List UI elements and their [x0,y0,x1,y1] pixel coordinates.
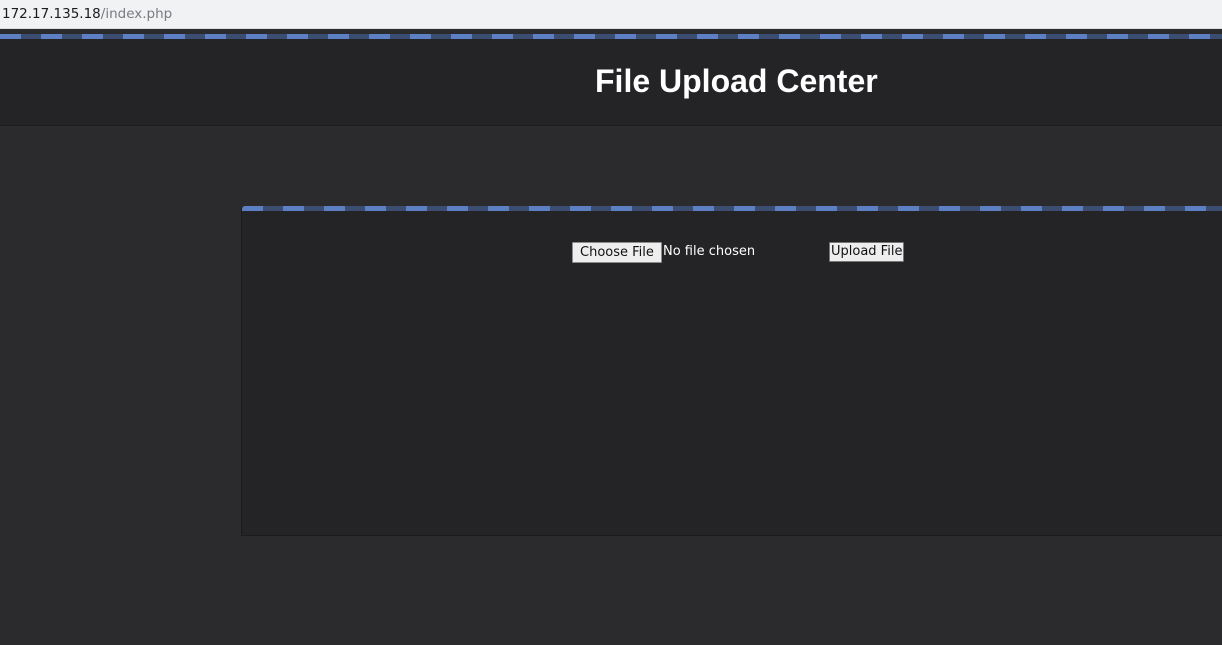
upload-panel: Choose File No file chosen Upload File [241,206,1222,536]
url-path: /index.php [100,6,173,22]
page-title: File Upload Center [595,63,878,99]
panel-stripe [242,206,1222,211]
address-bar[interactable]: 172.17.135.18/index.php [0,0,1222,29]
choose-file-button[interactable]: Choose File [572,242,662,263]
upload-file-button[interactable]: Upload File [829,242,905,262]
file-status-text: No file chosen [663,244,756,259]
page-header: File Upload Center [0,39,1222,126]
url-host: 172.17.135.18 [2,6,101,22]
